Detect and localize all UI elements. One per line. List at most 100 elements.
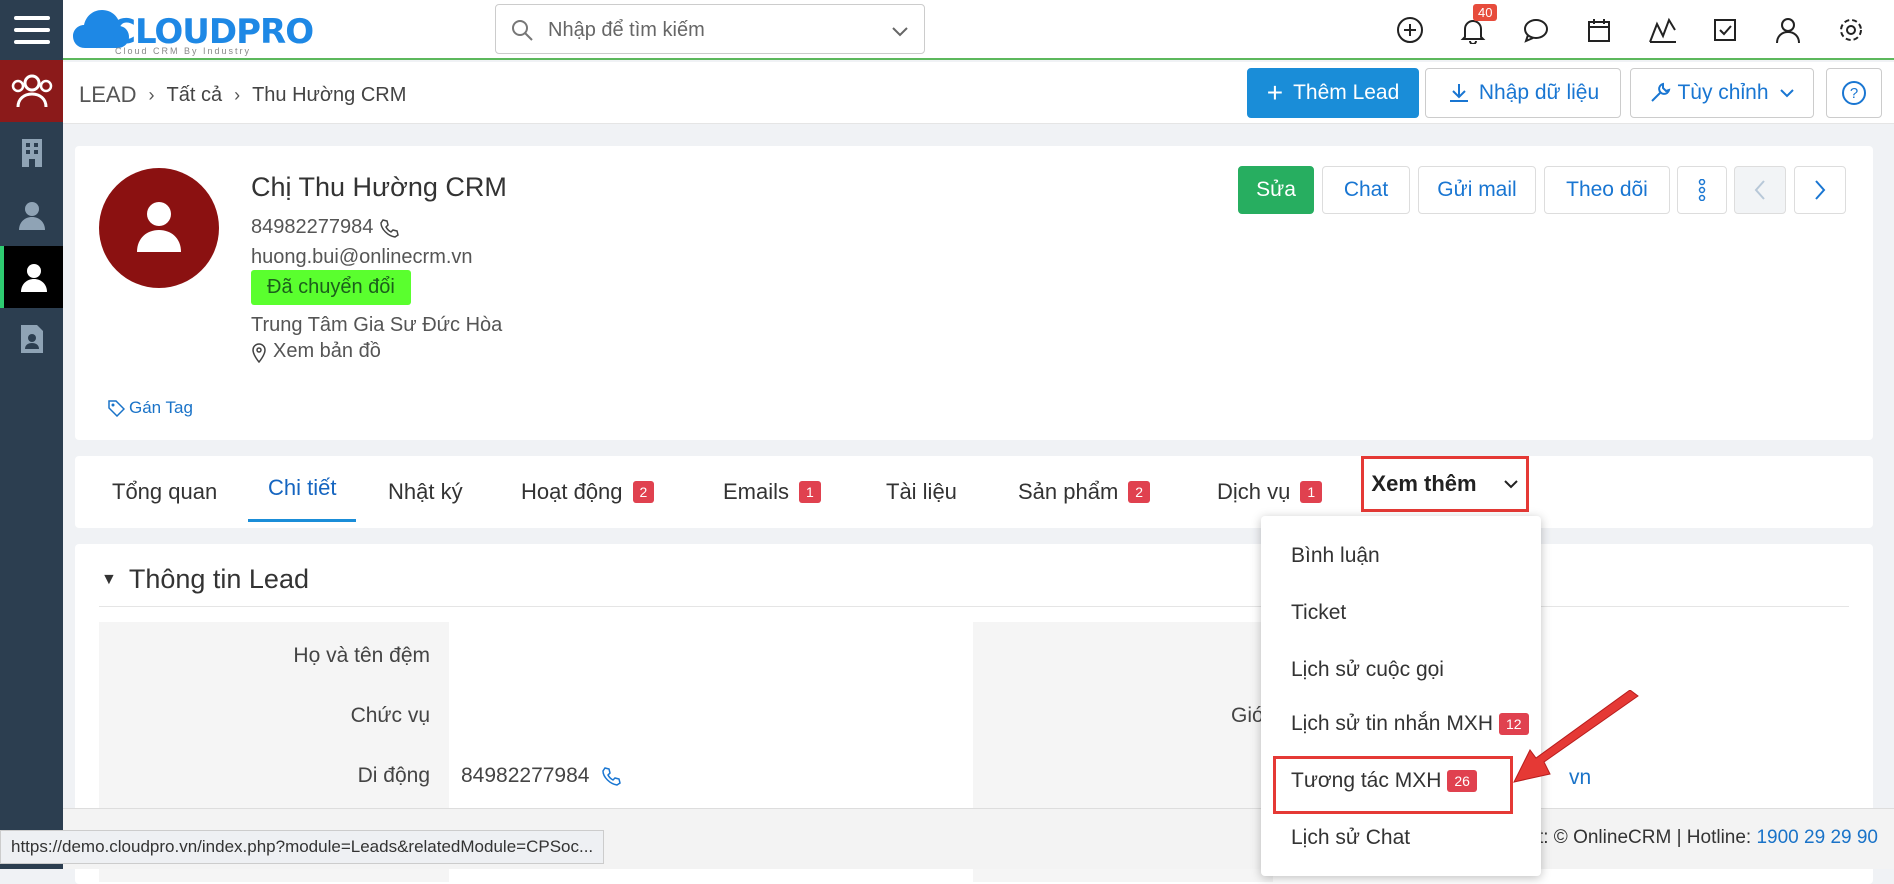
wrench-icon (1651, 82, 1671, 102)
company-name: Trung Tâm Gia Sư Đức Hòa (251, 314, 503, 336)
previous-record-button[interactable] (1734, 166, 1786, 214)
tab-details[interactable]: Chi tiết (248, 456, 357, 522)
field-label-middle-name: Họ và tên đệm (293, 644, 430, 667)
tab-emails[interactable]: Emails 1 (723, 456, 821, 528)
logo-subtitle: Cloud CRM By Industry (115, 46, 252, 56)
menu-item-social-message-history[interactable]: Lịch sử tin nhắn MXH 12 (1291, 712, 1529, 736)
sidebar-item-person[interactable] (0, 246, 63, 308)
tab-documents[interactable]: Tài liệu (886, 456, 957, 528)
tab-log[interactable]: Nhật ký (388, 456, 463, 528)
tasks-button[interactable] (1693, 0, 1756, 60)
help-button[interactable]: ? (1826, 68, 1882, 118)
breadcrumb: LEAD › Tất cả › Thu Hường CRM (79, 82, 406, 108)
top-bar: CLOUDPRO Cloud CRM By Industry 40 (63, 0, 1894, 60)
tab-activities[interactable]: Hoạt động 2 (521, 456, 655, 528)
calendar-icon (1587, 19, 1610, 42)
mobile-number[interactable]: 84982277984 (461, 764, 589, 788)
building-icon (21, 139, 42, 167)
assign-tag-label: Gán Tag (129, 398, 193, 417)
search-input[interactable] (546, 15, 866, 45)
map-link[interactable]: Xem bản đồ (251, 340, 381, 363)
profile-card: Chị Thu Hường CRM 84982277984 huong.bui@… (75, 146, 1873, 440)
menu-item-label: Lịch sử Chat (1291, 826, 1411, 849)
sidebar-item-documents[interactable] (0, 308, 63, 370)
phone-line: 84982277984 (251, 216, 400, 239)
settings-button[interactable] (1819, 0, 1882, 60)
sidebar-item-contacts[interactable] (0, 184, 63, 246)
user-icon (1775, 18, 1800, 44)
count-badge: 1 (1300, 481, 1323, 503)
send-mail-button[interactable]: Gửi mail (1418, 166, 1536, 214)
menu-item-label: Bình luận (1291, 544, 1380, 567)
chat-icon (1523, 19, 1548, 43)
tag-icon (108, 400, 125, 417)
chevron-right-icon: › (148, 84, 155, 105)
phone-icon[interactable] (379, 218, 400, 238)
status-badge: Đã chuyển đổi (251, 270, 411, 305)
tab-label: Emails (723, 479, 790, 504)
section-divider (99, 606, 1849, 607)
menu-icon[interactable] (0, 0, 63, 60)
download-icon (1449, 84, 1468, 102)
calendar-button[interactable] (1567, 0, 1630, 60)
menu-item-label: Lịch sử tin nhắn MXH (1291, 712, 1493, 735)
section-title: Thông tin Lead (128, 564, 309, 594)
section-header[interactable]: ▼ Thông tin Lead (101, 564, 309, 595)
sidebar-item-leads[interactable] (0, 60, 63, 122)
hotline-number[interactable]: 1900 29 29 90 (1756, 827, 1878, 848)
red-arrow-annotation (1513, 690, 1639, 783)
search-box[interactable] (495, 4, 925, 54)
gear-icon (1839, 19, 1862, 41)
follow-button[interactable]: Theo dõi (1544, 166, 1670, 214)
tab-label: Hoạt động (521, 479, 623, 504)
tab-label: Chi tiết (268, 474, 337, 500)
tab-label: Dịch vụ (1217, 479, 1291, 504)
avatar (99, 168, 219, 288)
tab-label: Tài liệu (886, 479, 957, 504)
messages-button[interactable] (1504, 0, 1567, 60)
tab-products[interactable]: Sản phẩm 2 (1018, 456, 1151, 528)
profile-button[interactable] (1756, 0, 1819, 60)
reports-button[interactable] (1630, 0, 1693, 60)
field-value-mobile: 84982277984 (461, 764, 622, 788)
phone-icon[interactable] (601, 766, 622, 786)
tab-overview[interactable]: Tổng quan (112, 456, 217, 528)
field-label-position: Chức vụ (350, 704, 430, 727)
menu-item-call-history[interactable]: Lịch sử cuộc gọi (1291, 658, 1444, 682)
more-tab-button[interactable]: Xem thêm (1361, 456, 1529, 512)
menu-item-ticket[interactable]: Ticket (1291, 601, 1346, 625)
hotline-label: Hotline: (1686, 827, 1752, 848)
email-address[interactable]: huong.bui@onlinecrm.vn (251, 246, 473, 269)
map-label: Xem bản đồ (273, 340, 381, 362)
breadcrumb-root[interactable]: LEAD (79, 82, 136, 108)
menu-item-comments[interactable]: Bình luận (1291, 544, 1380, 568)
status-bar-url: https://demo.cloudpro.vn/index.php?modul… (0, 830, 605, 864)
assign-tag-link[interactable]: Gán Tag (107, 398, 193, 418)
chevron-down-icon[interactable] (890, 21, 910, 41)
chat-button[interactable]: Chat (1322, 166, 1410, 214)
import-button[interactable]: Nhập dữ liệu (1425, 68, 1621, 118)
tab-label: Sản phẩm (1018, 479, 1119, 504)
edit-button[interactable]: Sửa (1238, 166, 1314, 214)
avatar-person-icon (137, 202, 181, 252)
more-actions-button[interactable] (1677, 166, 1727, 214)
sidebar-item-organizations[interactable] (0, 122, 63, 184)
customize-button[interactable]: Tùy chỉnh (1630, 68, 1814, 118)
menu-item-chat-history[interactable]: Lịch sử Chat (1291, 826, 1410, 850)
leads-icon (11, 74, 52, 108)
customize-label: Tùy chỉnh (1677, 81, 1769, 104)
breadcrumb-item-current: Thu Hường CRM (252, 83, 407, 106)
notifications-button[interactable]: 40 (1441, 0, 1504, 60)
document-icon (20, 325, 43, 353)
next-record-button[interactable] (1794, 166, 1846, 214)
add-button[interactable] (1378, 0, 1441, 60)
task-icon (1713, 19, 1736, 41)
phone-number[interactable]: 84982277984 (251, 216, 373, 239)
cloudpro-logo[interactable]: CLOUDPRO Cloud CRM By Industry (71, 4, 314, 56)
add-lead-button[interactable]: + Thêm Lead (1247, 68, 1419, 118)
footer-separator: | (1676, 827, 1687, 848)
breadcrumb-item-all[interactable]: Tất cả (166, 84, 222, 107)
breadcrumb-bar: LEAD › Tất cả › Thu Hường CRM + Thêm Lea… (63, 62, 1894, 124)
chevron-down-icon (1779, 89, 1794, 98)
chevron-right-icon: › (234, 84, 241, 105)
